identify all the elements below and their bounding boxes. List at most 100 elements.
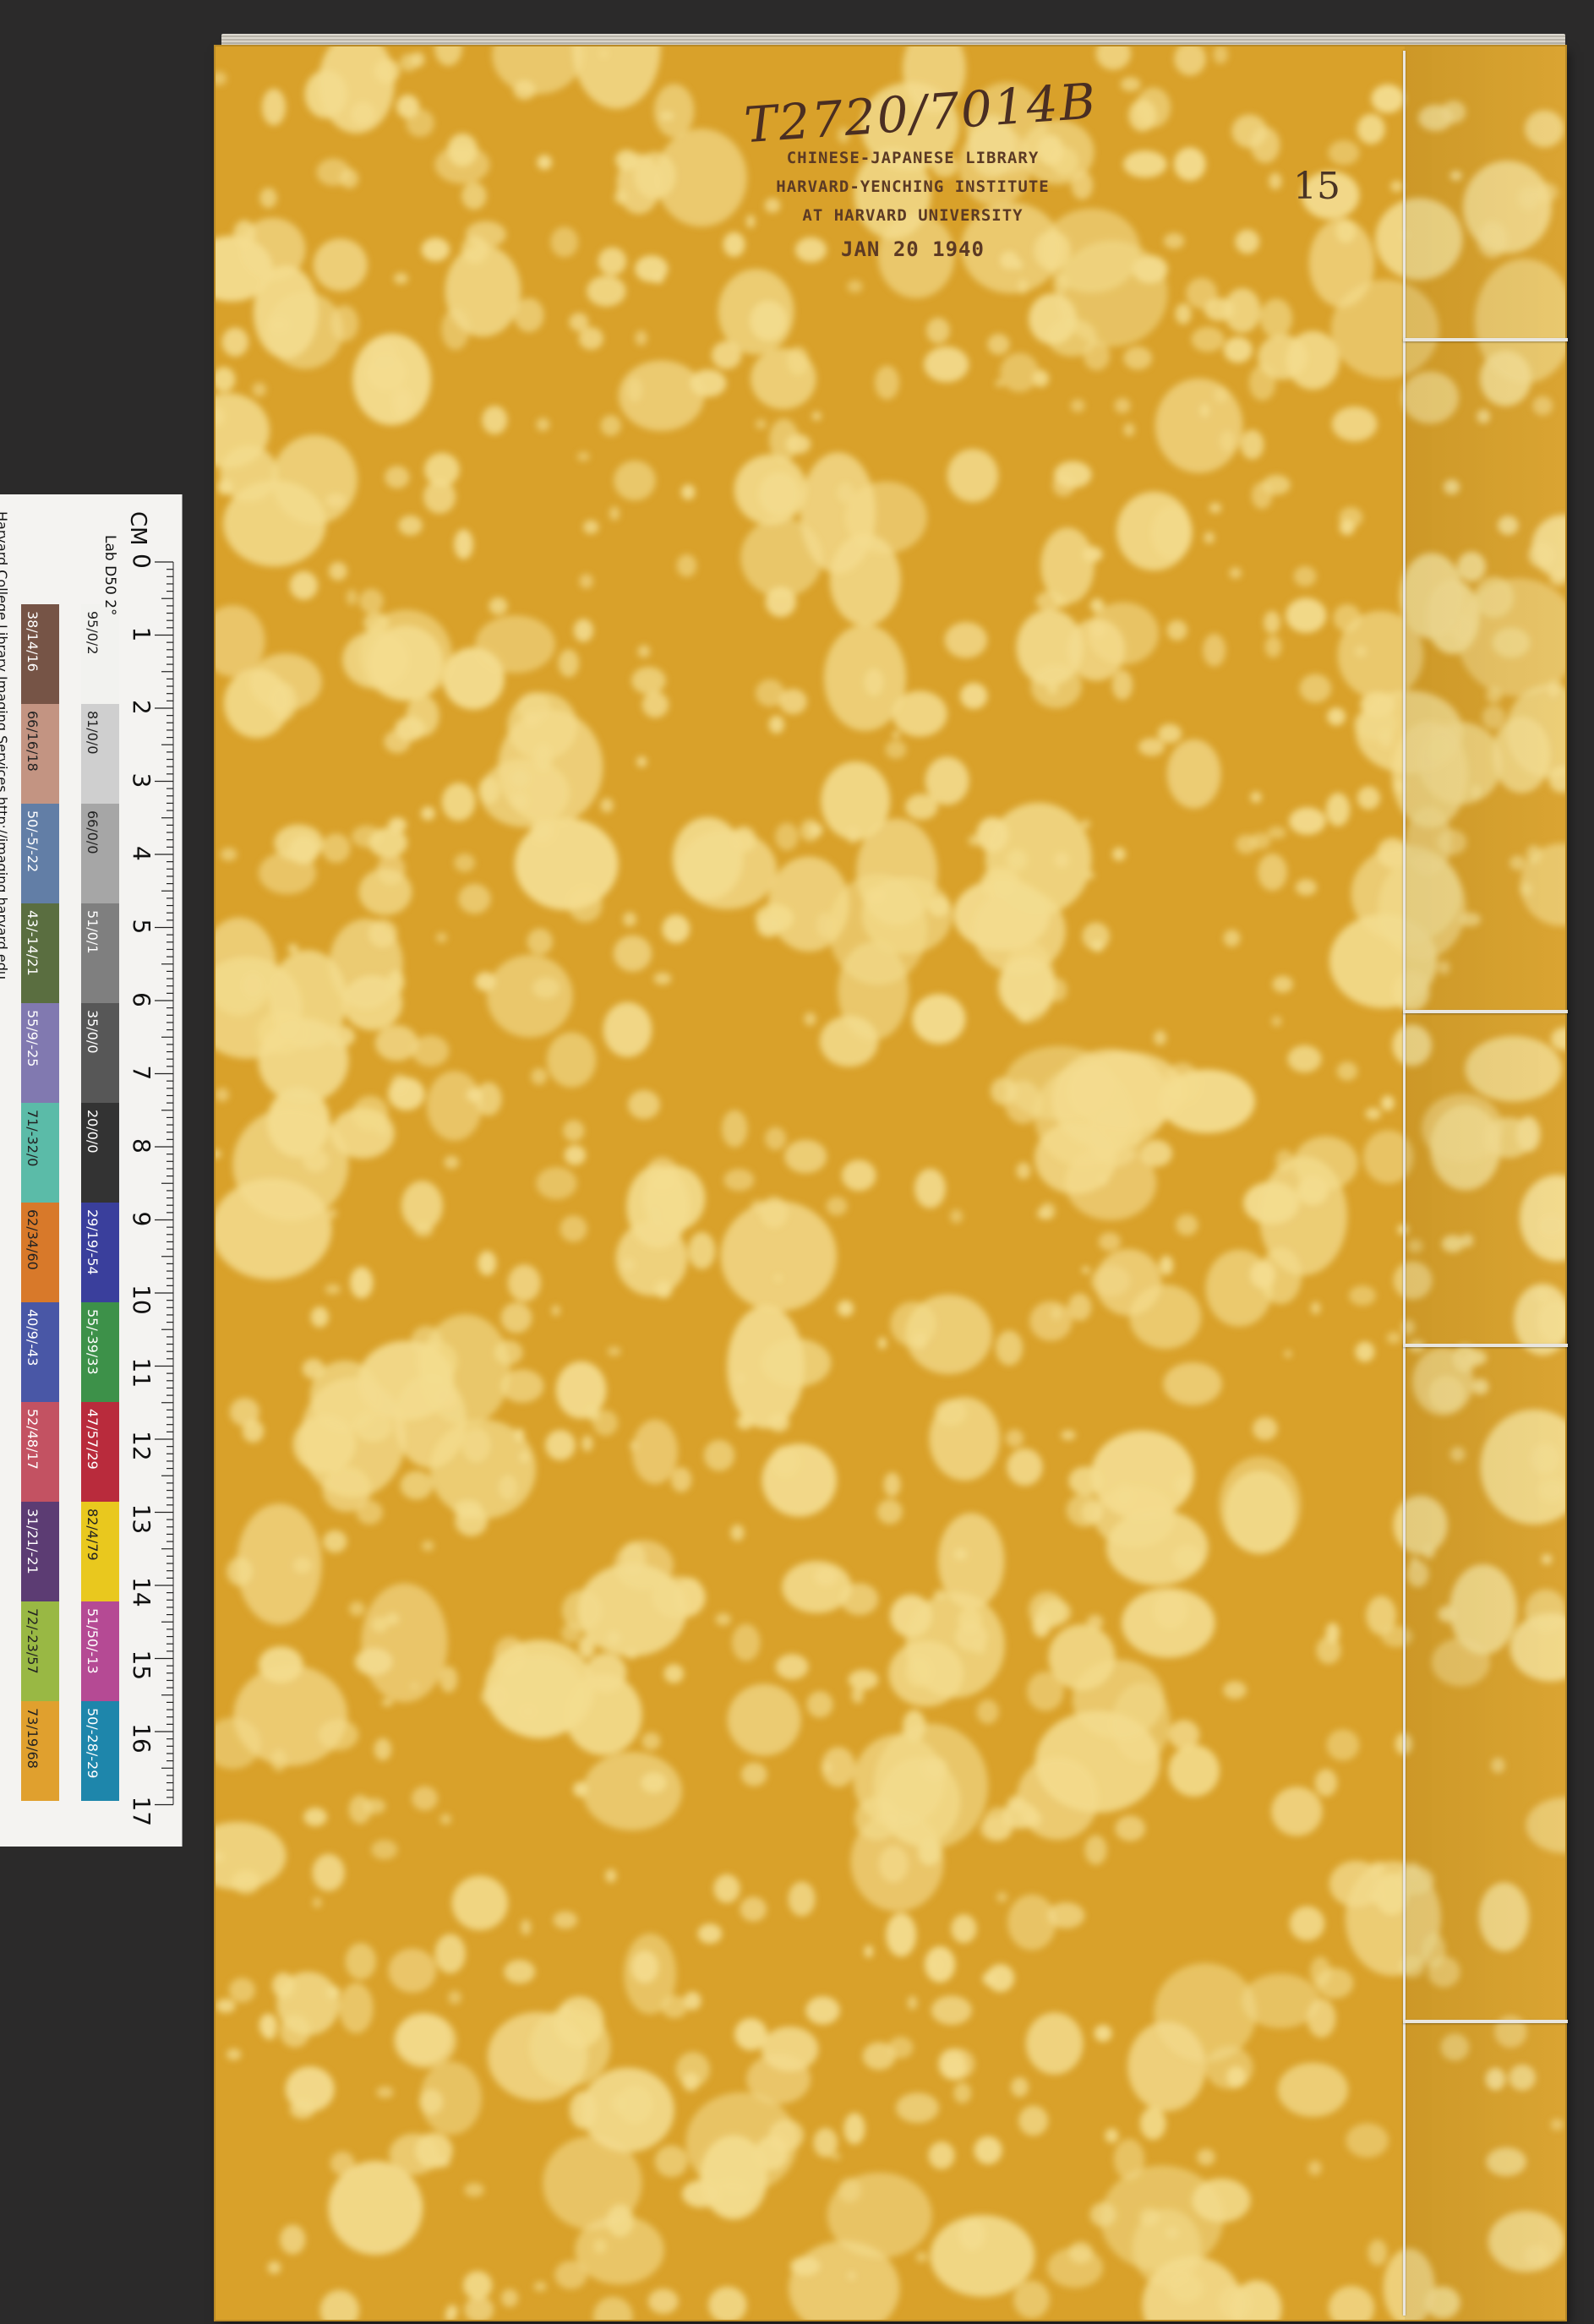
patch-label: 35/0/0 bbox=[85, 1010, 101, 1054]
marble-spot bbox=[1007, 1448, 1043, 1486]
marble-spot bbox=[758, 472, 800, 516]
marble-spot bbox=[1090, 598, 1105, 613]
marble-spot bbox=[240, 217, 306, 281]
marble-spot bbox=[998, 957, 1056, 1017]
marble-spot bbox=[929, 1397, 1000, 1481]
patch-label: 66/16/18 bbox=[25, 711, 41, 772]
marble-spot bbox=[816, 912, 832, 938]
marble-spot bbox=[1051, 1307, 1062, 1320]
marble-spot bbox=[1166, 619, 1187, 641]
marble-spot bbox=[1159, 1069, 1255, 1133]
marble-spot bbox=[1025, 2012, 1084, 2075]
marble-spot bbox=[1112, 847, 1126, 861]
marble-spot bbox=[848, 1669, 879, 1690]
marble-spot bbox=[543, 2136, 642, 2230]
marble-spot bbox=[715, 1612, 731, 1626]
marble-spot bbox=[1127, 2021, 1206, 2112]
patch-label: 73/19/68 bbox=[25, 1708, 41, 1769]
marble-spot bbox=[1286, 597, 1327, 633]
patch-label: 95/0/2 bbox=[85, 611, 101, 655]
marble-spot bbox=[875, 365, 899, 400]
ruler-number: 11 bbox=[128, 1358, 156, 1388]
marble-spot bbox=[323, 1530, 347, 1553]
marble-spot bbox=[280, 2224, 306, 2255]
marble-spot bbox=[953, 1548, 967, 1560]
marble-spot bbox=[454, 529, 473, 559]
marble-spot bbox=[663, 1664, 684, 1683]
marble-spot bbox=[991, 1077, 1017, 1105]
marble-spot bbox=[346, 589, 358, 606]
marble-spot bbox=[216, 917, 276, 1016]
marble-spot bbox=[614, 189, 627, 205]
marble-spot bbox=[1272, 975, 1293, 993]
marble-spot bbox=[1386, 1331, 1401, 1345]
marble-spot bbox=[1370, 1861, 1386, 1875]
marble-spot bbox=[1166, 739, 1221, 809]
marble-spot bbox=[636, 756, 647, 767]
marble-spot bbox=[974, 1643, 986, 1655]
marble-spot bbox=[1052, 274, 1069, 294]
ruler-number: 1 bbox=[128, 627, 156, 642]
marble-spot bbox=[1328, 2286, 1375, 2320]
marble-spot bbox=[487, 954, 573, 1038]
marble-spot bbox=[627, 1089, 660, 1120]
marble-spot bbox=[1219, 1456, 1302, 1554]
marble-spot bbox=[1310, 1301, 1321, 1315]
ruler-number: 3 bbox=[128, 773, 156, 788]
marble-spot bbox=[536, 1166, 577, 1200]
marble-spot bbox=[1070, 399, 1085, 412]
patch-label: 71/-32/0 bbox=[25, 1110, 41, 1166]
marble-spot bbox=[727, 1683, 801, 1756]
marble-spot bbox=[416, 1340, 458, 1383]
marble-spot bbox=[1204, 532, 1215, 544]
marble-spot bbox=[464, 2183, 484, 2197]
marble-spot bbox=[592, 1410, 619, 1436]
marble-spot bbox=[348, 1794, 372, 1825]
marble-spot bbox=[915, 2251, 928, 2262]
marble-spot bbox=[325, 1284, 341, 1295]
ruler-number: 7 bbox=[128, 1066, 156, 1081]
marble-spot bbox=[1248, 364, 1276, 401]
marble-spot bbox=[1047, 978, 1067, 1002]
marble-spot bbox=[886, 1912, 917, 1957]
binding-thread bbox=[1403, 51, 1406, 2316]
marble-spot bbox=[572, 46, 661, 109]
marble-spot bbox=[259, 188, 277, 209]
marble-spot bbox=[1029, 1591, 1066, 1629]
marble-spot bbox=[1140, 2107, 1166, 2141]
marble-spot bbox=[1116, 491, 1192, 571]
marble-spot bbox=[350, 1267, 374, 1299]
marble-spot bbox=[784, 1139, 827, 1174]
cm-ruler: 0123456789101112131415161738/14/1666/16/… bbox=[21, 554, 174, 1826]
marble-spot bbox=[252, 382, 267, 397]
marble-spot bbox=[310, 1307, 329, 1328]
marble-spot bbox=[551, 1305, 560, 1317]
marble-spot bbox=[387, 969, 405, 994]
marble-spot bbox=[358, 868, 412, 915]
marble-spot bbox=[930, 1960, 940, 1970]
marble-spot bbox=[931, 1995, 972, 2026]
marble-spot bbox=[1226, 2066, 1247, 2088]
ruler-number: 14 bbox=[128, 1577, 156, 1607]
marble-spot bbox=[1326, 1729, 1360, 1761]
marble-spot bbox=[896, 2092, 939, 2124]
marble-spot bbox=[846, 826, 860, 844]
marble-spot bbox=[1271, 1787, 1323, 1836]
marble-spot bbox=[1000, 352, 1040, 393]
marble-spot bbox=[1286, 330, 1340, 390]
marble-spot bbox=[928, 2141, 955, 2169]
marble-spot bbox=[226, 2049, 242, 2060]
marble-spot bbox=[361, 1583, 448, 1703]
marble-spot bbox=[1174, 1475, 1193, 1495]
marble-spot bbox=[368, 827, 408, 858]
marble-spot bbox=[316, 158, 351, 186]
marble-spot bbox=[1262, 474, 1291, 495]
marble-spot bbox=[1307, 2160, 1322, 2176]
marble-spot bbox=[1191, 326, 1225, 352]
marble-spot bbox=[257, 1011, 308, 1055]
marble-spot bbox=[814, 1567, 838, 1586]
marble-spot bbox=[1357, 113, 1385, 145]
marble-spot bbox=[1213, 46, 1228, 64]
marble-spot bbox=[1157, 723, 1182, 744]
marble-spot bbox=[289, 570, 318, 600]
